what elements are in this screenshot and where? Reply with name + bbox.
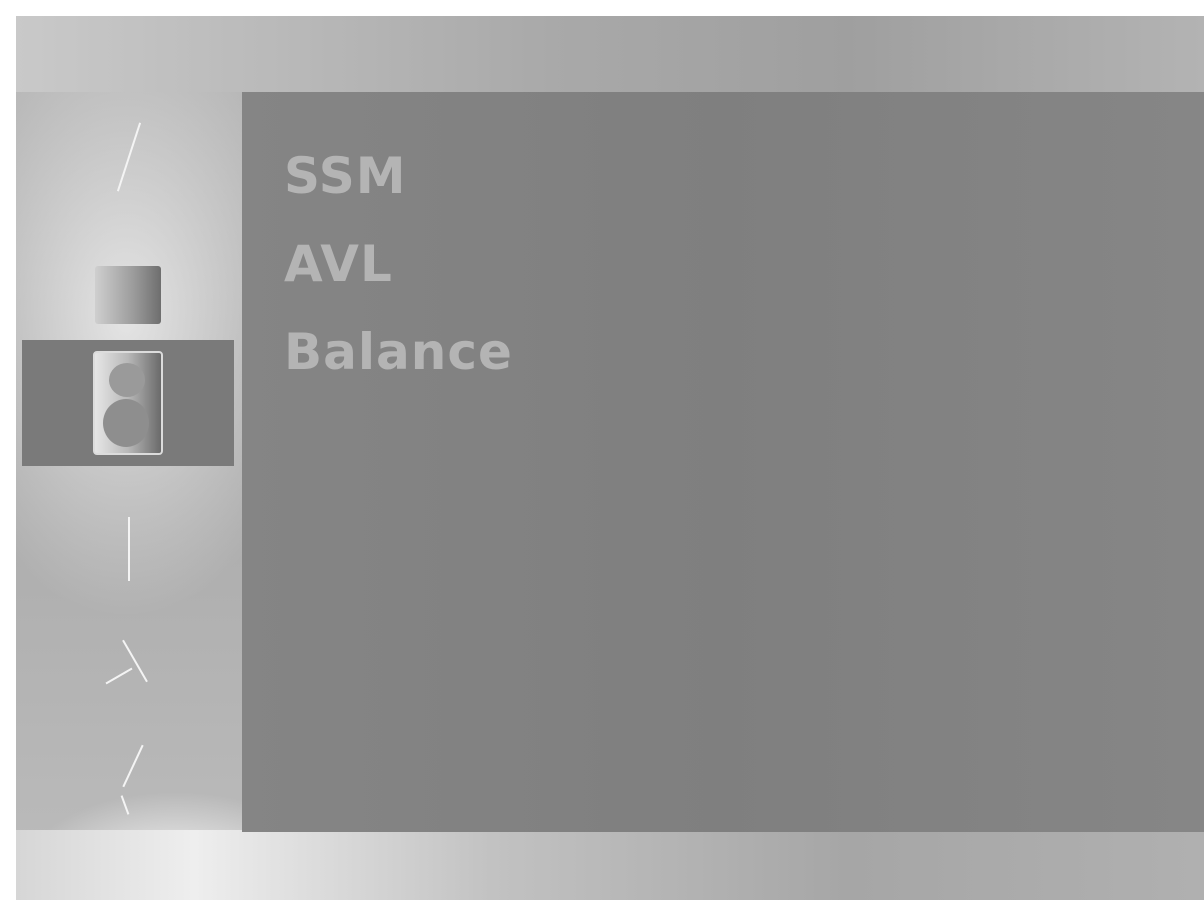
speaker-icon [93, 351, 163, 455]
picture-icon [95, 266, 161, 324]
sidebar-item-time[interactable] [22, 484, 234, 610]
setup-icon [88, 105, 168, 205]
special-icon [88, 613, 168, 713]
screen-icon [88, 725, 168, 825]
top-band [16, 16, 1204, 92]
audio-menu-panel: SSM AVL Balance [242, 92, 1204, 832]
sidebar-item-setup[interactable] [22, 92, 234, 218]
sidebar-item-screen[interactable] [22, 712, 234, 838]
time-icon [88, 497, 168, 597]
audio-menu-list: SSM AVL Balance [284, 132, 513, 396]
sidebar-item-audio[interactable] [22, 340, 234, 466]
menu-item-ssm[interactable]: SSM [284, 132, 513, 220]
bottom-band [16, 830, 1204, 900]
sidebar-item-special[interactable] [22, 600, 234, 726]
osd-screen: SSM AVL Balance [16, 16, 1204, 900]
menu-item-avl[interactable]: AVL [284, 220, 513, 308]
menu-sidebar [16, 92, 242, 832]
menu-item-balance[interactable]: Balance [284, 308, 513, 396]
